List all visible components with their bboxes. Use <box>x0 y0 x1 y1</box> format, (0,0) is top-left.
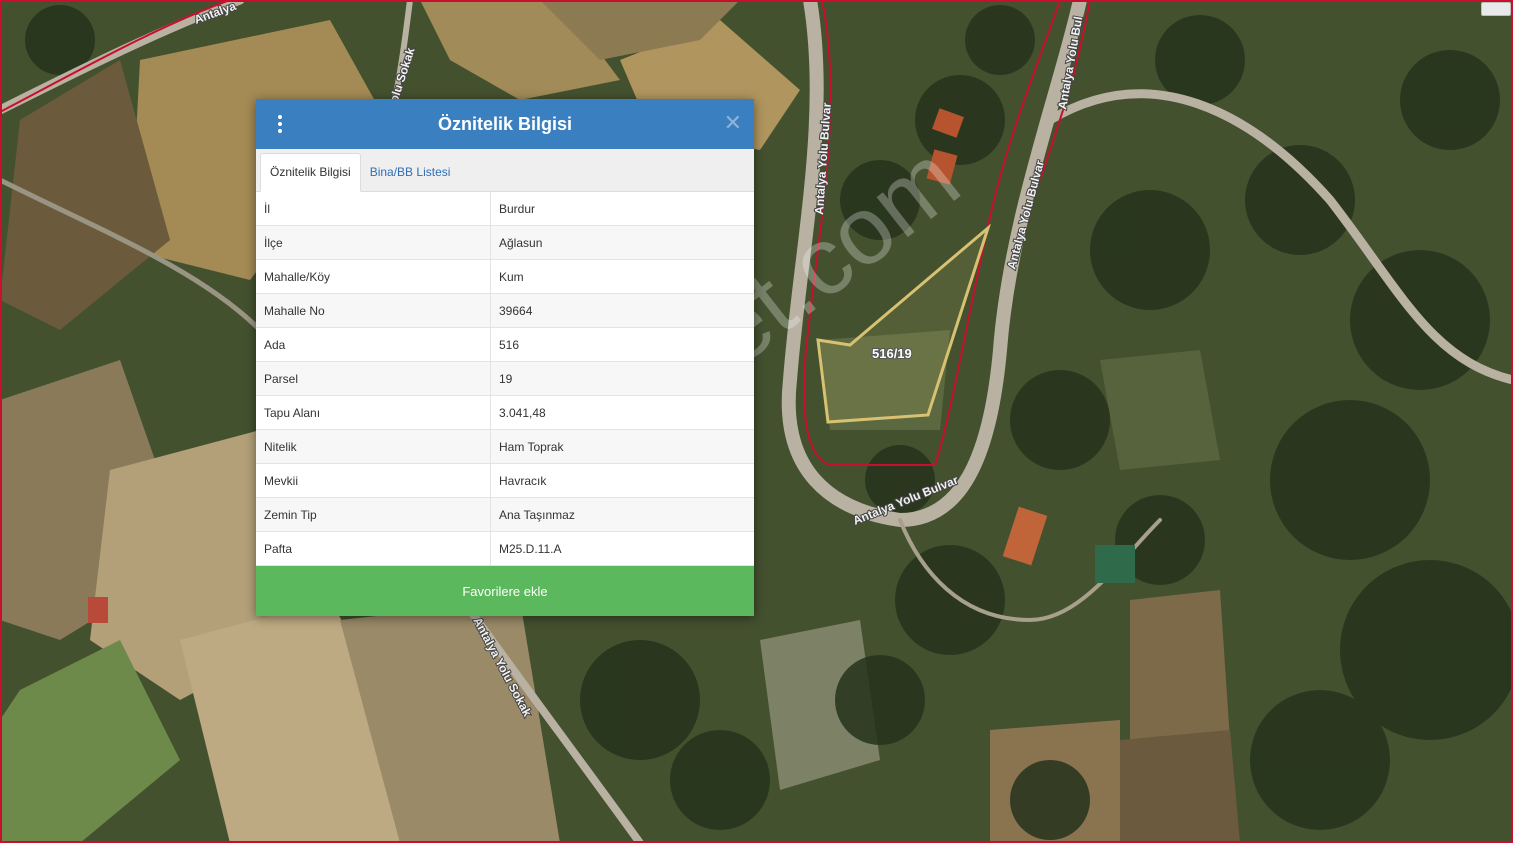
dialog-tabs: Öznitelik Bilgisi Bina/BB Listesi <box>256 149 754 192</box>
row-value: Ana Taşınmaz <box>490 497 754 532</box>
table-row: İlçe Ağlasun <box>256 225 754 260</box>
attribute-info-dialog: Öznitelik Bilgisi ✕ Öznitelik Bilgisi Bi… <box>256 99 754 616</box>
table-row: Mahalle No 39664 <box>256 293 754 328</box>
row-value: M25.D.11.A <box>490 531 754 566</box>
row-key: Mevkii <box>256 463 491 498</box>
table-row: Tapu Alanı 3.041,48 <box>256 395 754 430</box>
row-key: Mahalle/Köy <box>256 259 491 294</box>
row-value: Burdur <box>490 192 754 226</box>
map-frame-left <box>0 0 2 843</box>
row-value: Havracık <box>490 463 754 498</box>
row-key: Zemin Tip <box>256 497 491 532</box>
close-icon[interactable]: ✕ <box>724 112 742 134</box>
row-key: Mahalle No <box>256 293 491 328</box>
tab-attribute-info[interactable]: Öznitelik Bilgisi <box>260 153 361 192</box>
row-key: İlçe <box>256 225 491 260</box>
row-value: 516 <box>490 327 754 362</box>
row-value: Ağlasun <box>490 225 754 260</box>
row-value: 19 <box>490 361 754 396</box>
row-key: İl <box>256 192 491 226</box>
attribute-table: İl Burdur İlçe Ağlasun Mahalle/Köy Kum Maha… <box>256 192 754 566</box>
map-frame-top <box>0 0 1513 2</box>
row-key: Pafta <box>256 531 491 566</box>
parcel-number-label: 516/19 <box>872 346 912 361</box>
dialog-header: Öznitelik Bilgisi ✕ <box>256 99 754 149</box>
row-value: Ham Toprak <box>490 429 754 464</box>
table-row: Ada 516 <box>256 327 754 362</box>
satellite-map[interactable]: 516/19 Antalya Yolu Sokak Antalya Yolu B… <box>0 0 1513 843</box>
row-value: 39664 <box>490 293 754 328</box>
row-value: 3.041,48 <box>490 395 754 430</box>
row-key: Parsel <box>256 361 491 396</box>
table-row: Pafta M25.D.11.A <box>256 531 754 566</box>
table-row: Parsel 19 <box>256 361 754 396</box>
row-key: Nitelik <box>256 429 491 464</box>
row-value: Kum <box>490 259 754 294</box>
table-row: İl Burdur <box>256 192 754 226</box>
table-row: Zemin Tip Ana Taşınmaz <box>256 497 754 532</box>
row-key: Ada <box>256 327 491 362</box>
menu-kebab-icon[interactable] <box>276 115 284 133</box>
table-row: Mahalle/Köy Kum <box>256 259 754 294</box>
dialog-title: Öznitelik Bilgisi <box>437 113 573 134</box>
row-key: Tapu Alanı <box>256 395 491 430</box>
tab-building-list[interactable]: Bina/BB Listesi <box>361 154 460 191</box>
map-corner-control[interactable] <box>1481 2 1511 16</box>
table-row: Nitelik Ham Toprak <box>256 429 754 464</box>
table-row: Mevkii Havracık <box>256 463 754 498</box>
add-to-favorites-button[interactable]: Favorilere ekle <box>256 566 754 616</box>
